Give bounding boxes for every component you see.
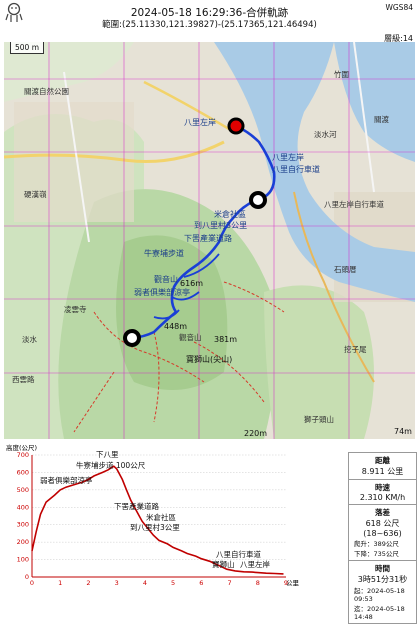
map-route-label: 牛寮埔步道 [144,248,184,258]
coordinate-range: 範圍:(25.11330,121.39827)-(25.17365,121.46… [102,20,317,30]
speed-box: 時速 2.310 KM/h [349,480,416,505]
map-place-label: 凌雲寺 [64,304,87,314]
x-tick-label: 2 [86,579,90,587]
drop-label: 落差 [375,508,390,517]
topo-map[interactable]: 八里左岸 八里左岸 八里自行車道 米倉社區 到八里村3公里 下罟產業道路 牛寮埔… [4,42,415,439]
speed-value: 2.310 KM/h [359,493,406,502]
profile-annotation: 寶獅山 [212,559,235,569]
map-route-label: 弱者俱樂部涼亭 [134,287,190,297]
y-tick-label: 0 [25,573,29,581]
waypoint-marker-icon [249,191,267,209]
elevation-drop-box: 落差 618 公尺 (18~636) 爬升：389公尺 下降：735公尺 [349,505,416,561]
end-time: 迄：2024-05-18 14:48 [354,605,405,621]
elevation-label: 381m [214,335,237,344]
distance-box: 距離 8.911 公里 [349,453,416,480]
elevation-label: 616m [180,279,203,288]
map-route-label: 八里自行車道 [272,164,320,174]
x-tick-label: 1 [58,579,62,587]
y-tick-label: 100 [17,556,29,564]
map-place-label: 硬漢嶺 [24,189,47,199]
drop-value: 618 公尺 [365,519,400,528]
map-place-label: 關渡自然公園 [24,86,69,96]
start-marker-icon [227,117,245,135]
map-place-label: 關渡 [374,114,389,124]
descent-value: 下降：735公尺 [354,550,399,558]
map-place-label: 石頭厝 [334,265,357,274]
map-route-label: 寶獅山(尖山) [186,354,232,364]
y-tick-label: 300 [17,521,29,529]
y-tick-label: 400 [17,503,29,511]
profile-annotation: 弱者俱樂部涼亭 [40,475,93,485]
map-route-label: 八里左岸 [272,152,304,162]
map-route-label: 米倉社區 [214,209,246,219]
map-place-label: 淡水 [22,334,37,344]
map-place-label: 八里左岸 [184,117,216,127]
elevation-label: 74m [394,427,412,436]
map-place-label: 觀音山 [179,332,202,342]
map-place-label: 八里左岸自行車道 [324,199,384,209]
map-route-label: 下罟產業道路 [184,233,232,243]
x-tick-label: 4 [143,579,147,587]
duration-box: 時間 3時51分31秒 起：2024-05-18 09:53 迄：2024-05… [349,561,416,623]
x-tick-label: 7 [227,579,231,587]
profile-annotation: 八里自行車道 [216,549,261,559]
scale-bar: 500 m [10,42,45,54]
x-tick-label: 9 [284,579,288,587]
map-canvas: 八里左岸 八里左岸 八里自行車道 米倉社區 到八里村3公里 下罟產業道路 牛寮埔… [4,42,415,439]
track-stats-panel: 距離 8.911 公里 時速 2.310 KM/h 落差 618 公尺 (18~… [348,452,417,624]
ascent-value: 爬升：389公尺 [354,540,399,548]
profile-annotation: 到八里村3公里 [130,522,180,532]
y-tick-label: 500 [17,486,29,494]
map-place-label: 挖子尾 [344,344,367,354]
x-tick-label: 6 [199,579,203,587]
duration-value: 3時51分31秒 [357,575,408,584]
x-tick-label: 3 [115,579,119,587]
map-place-label: 淡水河 [314,129,337,139]
map-place-label: 獅子頭山 [304,414,334,424]
datum-label: WGS84 [385,3,413,12]
profile-annotation: 下八里 [96,450,119,459]
elevation-label: 448m [164,322,187,331]
distance-value: 8.911 公里 [361,467,404,476]
profile-annotation: 米倉社區 [146,512,176,522]
profile-annotation: 牛寮埔步道 100公尺 [76,460,146,470]
distance-label: 距離 [375,456,390,465]
duration-label: 時間 [375,564,390,573]
start-time: 起：2024-05-18 09:53 [354,587,405,603]
x-tick-label: 0 [30,579,34,587]
speed-label: 時速 [375,483,390,492]
map-place-label: 竹圍 [334,69,349,79]
elevation-profile-chart: 高度(公尺) 公里 01002003004005006007000 1 2 3 4 5 6 7… [6,443,300,587]
x-tick-label: 5 [171,579,175,587]
map-route-label: 到八里村3公里 [194,220,247,230]
profile-annotation: 下罟產業道路 [114,501,159,511]
map-route-label: 觀音山 [154,274,178,284]
elevation-label: 220m [244,429,267,438]
drop-range: (18~636) [363,529,402,538]
profile-annotation: 八里左岸 [240,559,270,569]
x-tick-label: 8 [256,579,260,587]
map-place-label: 西雲路 [12,374,35,384]
end-marker-icon [123,329,141,347]
y-tick-label: 600 [17,468,29,476]
y-tick-label: 700 [17,451,29,459]
header: 2024-05-18 16:29:36-合併軌跡 範圍:(25.11330,12… [0,0,419,43]
y-tick-label: 200 [17,538,29,546]
